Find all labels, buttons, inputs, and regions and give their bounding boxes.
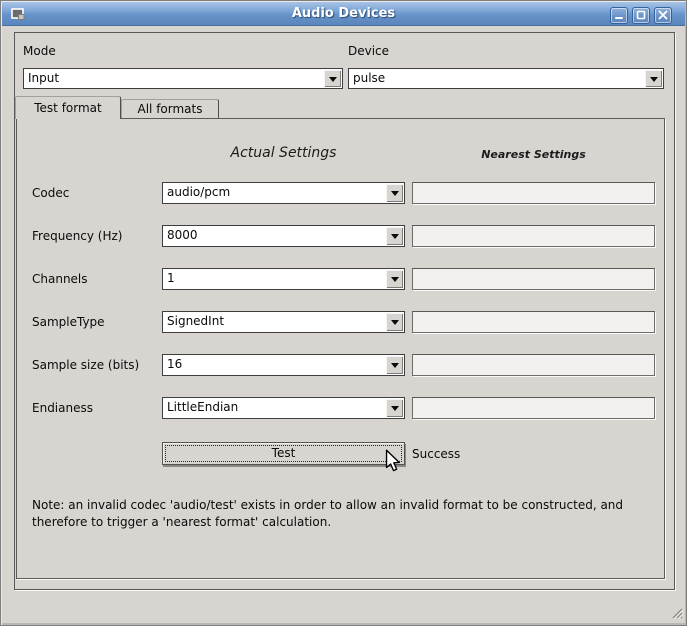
mode-select[interactable]: Input (23, 68, 343, 89)
samplesize-dropdown-button[interactable] (386, 356, 403, 374)
samplesize-value: 16 (167, 355, 384, 374)
samplesize-select[interactable]: 16 (162, 354, 405, 376)
sampletype-label: SampleType (32, 311, 105, 333)
endianess-select[interactable]: LittleEndian (162, 397, 405, 419)
device-select[interactable]: pulse (348, 68, 664, 89)
resize-grip[interactable] (670, 606, 683, 622)
endianess-row: Endianess LittleEndian (17, 397, 664, 419)
codec-value: audio/pcm (167, 183, 384, 202)
test-button[interactable]: Test (162, 442, 405, 465)
codec-label: Codec (32, 182, 69, 204)
mode-value: Input (28, 69, 322, 88)
window-title: Audio Devices (2, 6, 685, 21)
frequency-value: 8000 (167, 226, 384, 245)
frequency-select[interactable]: 8000 (162, 225, 405, 247)
endianess-label: Endianess (32, 397, 93, 419)
sampletype-nearest-field (412, 311, 655, 333)
test-format-panel: Actual Settings Nearest Settings Codec a… (16, 118, 665, 579)
codec-row: Codec audio/pcm (17, 182, 664, 204)
frequency-row: Frequency (Hz) 8000 (17, 225, 664, 247)
endianess-value: LittleEndian (167, 398, 384, 417)
maximize-button[interactable] (632, 7, 650, 24)
audio-devices-window: Audio Devices Mode Device Input pulse (0, 0, 687, 626)
note-text: Note: an invalid codec 'audio/test' exis… (32, 497, 666, 531)
chevron-down-icon (391, 320, 399, 329)
codec-select[interactable]: audio/pcm (162, 182, 405, 204)
close-button[interactable] (654, 7, 672, 24)
mouse-cursor-icon (385, 449, 404, 477)
channels-row: Channels 1 (17, 268, 664, 290)
maximize-icon (636, 9, 646, 23)
endianess-nearest-field (412, 397, 655, 419)
samplesize-label: Sample size (bits) (32, 354, 139, 376)
test-status: Success (412, 443, 460, 465)
nearest-settings-header: Nearest Settings (412, 148, 655, 161)
titlebar[interactable]: Audio Devices (2, 2, 685, 26)
close-icon (658, 9, 668, 23)
channels-select[interactable]: 1 (162, 268, 405, 290)
device-label: Device (348, 44, 389, 58)
device-dropdown-button[interactable] (645, 70, 662, 87)
tab-all-formats[interactable]: All formats (121, 99, 219, 118)
channels-nearest-field (412, 268, 655, 290)
channels-label: Channels (32, 268, 88, 290)
endianess-dropdown-button[interactable] (386, 399, 403, 417)
frequency-dropdown-button[interactable] (386, 227, 403, 245)
chevron-down-icon (329, 77, 337, 86)
sampletype-row: SampleType SignedInt (17, 311, 664, 333)
minimize-icon (614, 9, 624, 23)
channels-value: 1 (167, 269, 384, 288)
sampletype-dropdown-button[interactable] (386, 313, 403, 331)
mode-dropdown-button[interactable] (324, 70, 341, 87)
codec-nearest-field (412, 182, 655, 204)
chevron-down-icon (391, 277, 399, 286)
actual-settings-header: Actual Settings (162, 145, 405, 161)
mode-label: Mode (23, 44, 56, 58)
samplesize-row: Sample size (bits) 16 (17, 354, 664, 376)
chevron-down-icon (650, 77, 658, 86)
chevron-down-icon (391, 191, 399, 200)
codec-dropdown-button[interactable] (386, 184, 403, 202)
sampletype-select[interactable]: SignedInt (162, 311, 405, 333)
test-button-label: Test (163, 443, 404, 464)
channels-dropdown-button[interactable] (386, 270, 403, 288)
minimize-button[interactable] (610, 7, 628, 24)
sampletype-value: SignedInt (167, 312, 384, 331)
tab-test-format[interactable]: Test format (15, 96, 121, 119)
frequency-nearest-field (412, 225, 655, 247)
device-value: pulse (353, 69, 643, 88)
frequency-label: Frequency (Hz) (32, 225, 123, 247)
chevron-down-icon (391, 406, 399, 415)
chevron-down-icon (391, 363, 399, 372)
samplesize-nearest-field (412, 354, 655, 376)
chevron-down-icon (391, 234, 399, 243)
